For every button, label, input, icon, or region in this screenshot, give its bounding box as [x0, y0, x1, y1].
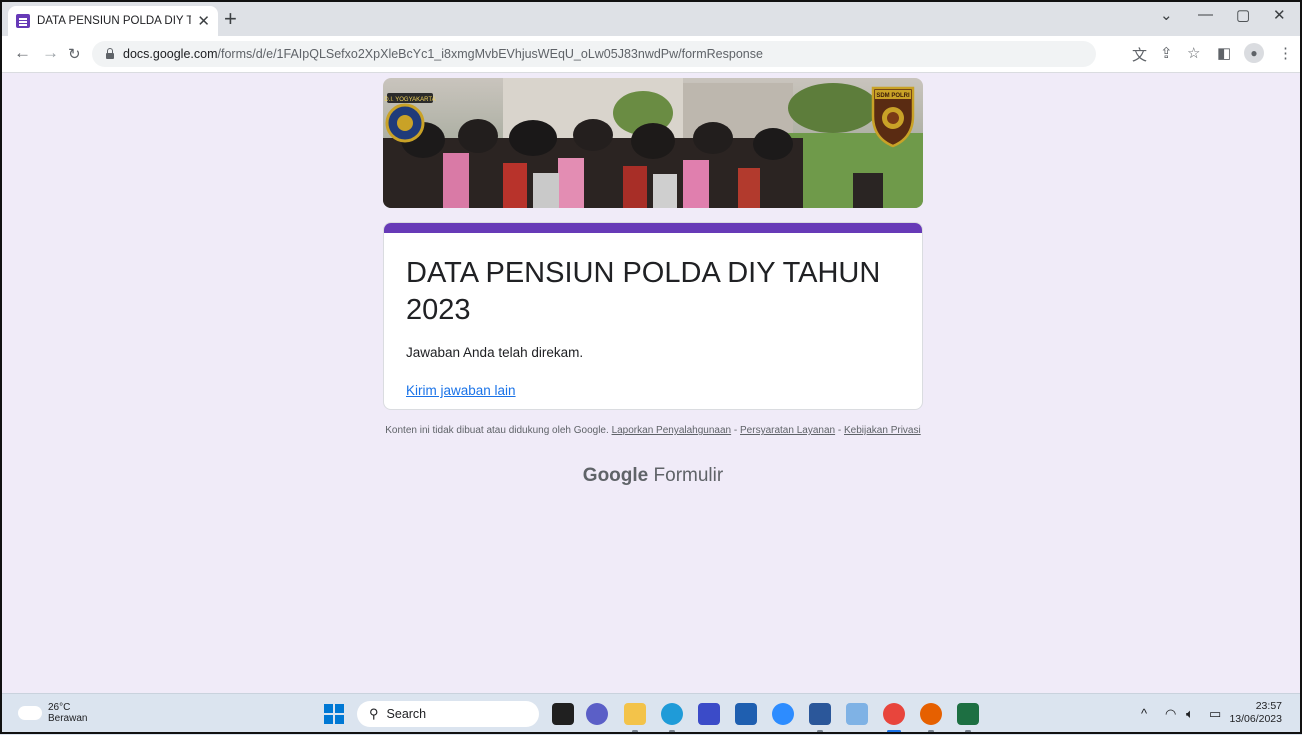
app-icon[interactable] [698, 703, 720, 725]
forward-arrow-icon[interactable]: → [42, 43, 59, 63]
maximize-button[interactable]: ▢ [1236, 6, 1250, 24]
lock-icon[interactable] [106, 47, 114, 59]
firefox-icon[interactable] [920, 703, 942, 725]
forms-wordmark: Formulir [653, 465, 724, 486]
system-clock[interactable]: 23:57 13/06/2023 [1229, 700, 1282, 726]
bookmark-star-icon[interactable]: ☆ [1187, 44, 1200, 62]
volume-icon[interactable]: 🔈︎ [1186, 706, 1194, 722]
share-icon[interactable]: ⇪ [1160, 44, 1173, 62]
response-recorded-message: Jawaban Anda telah direkam. [406, 345, 584, 360]
battery-icon[interactable]: ▭ [1209, 706, 1221, 722]
form-header-banner-image: D.I. YOGYAKARTA SDM POLRI [383, 78, 923, 208]
search-label: Search [386, 707, 427, 721]
privacy-policy-link[interactable]: Kebijakan Privasi [844, 425, 921, 436]
excel-icon[interactable] [957, 703, 979, 725]
browser-tabstrip: DATA PENSIUN POLDA DIY TAHU ✕ + ⌄ — ▢ ✕ [0, 0, 1302, 36]
tab-title: DATA PENSIUN POLDA DIY TAHU [37, 15, 192, 27]
side-panel-icon[interactable]: ◧ [1217, 44, 1231, 62]
weather-temperature: 26°C [48, 702, 71, 713]
tab-search-chevron-icon[interactable]: ⌄ [1160, 6, 1173, 24]
edge-browser-icon[interactable] [661, 703, 683, 725]
form-footer-disclaimer: Konten ini tidak dibuat atau didukung ol… [383, 425, 923, 437]
google-forms-favicon-icon [16, 14, 30, 28]
url-text: docs.google.com/forms/d/e/1FAIpQLSefxo2X… [123, 47, 763, 61]
tray-chevron-up-icon[interactable]: ^ [1141, 706, 1147, 721]
windows-taskbar: 26°C Berawan ⚲ Search ^ ◠ 🔈︎ ▭ 23:57 13/… [0, 693, 1302, 735]
reload-icon[interactable]: ↻ [68, 45, 81, 63]
clock-date: 13/06/2023 [1229, 713, 1282, 725]
new-tab-button[interactable]: + [224, 7, 237, 31]
translate-icon[interactable]: 文 [1132, 44, 1147, 65]
search-icon: ⚲ [369, 706, 379, 721]
zoom-icon[interactable] [772, 703, 794, 725]
url-path: /forms/d/e/1FAIpQLSefxo2XpXleBcYc1_i8xmg… [217, 47, 763, 61]
windows-start-icon[interactable] [324, 704, 344, 724]
minimize-button[interactable]: — [1198, 6, 1213, 23]
word-icon[interactable] [809, 703, 831, 725]
google-wordmark: Google [582, 465, 649, 486]
task-view-icon[interactable] [552, 703, 574, 725]
file-explorer-icon[interactable] [624, 703, 646, 725]
close-window-button[interactable]: ✕ [1273, 6, 1286, 24]
snipping-tool-icon[interactable] [846, 703, 868, 725]
submit-another-response-link[interactable]: Kirim jawaban lain [406, 383, 900, 398]
report-abuse-link[interactable]: Laporkan Penyalahgunaan [612, 425, 732, 436]
back-arrow-icon[interactable]: ← [14, 43, 31, 63]
profile-avatar-icon[interactable]: ● [1244, 43, 1264, 63]
form-accent-bar [384, 223, 922, 233]
weather-widget[interactable]: 26°C Berawan [16, 701, 88, 724]
footer-separator: - [837, 425, 842, 436]
form-title: DATA PENSIUN POLDA DIY TAHUN 2023 [406, 257, 881, 326]
wifi-icon[interactable]: ◠ [1165, 706, 1176, 722]
banner-right-badge-text: SDM POLRI [876, 93, 910, 99]
disclaimer-text: Konten ini tidak dibuat atau didukung ol… [385, 425, 609, 436]
form-page: D.I. YOGYAKARTA SDM POLRI DATA PENSIUN P… [0, 73, 1302, 693]
banner-photo: D.I. YOGYAKARTA SDM POLRI [383, 78, 923, 208]
teams-chat-icon[interactable] [586, 703, 608, 725]
footer-separator: - [733, 425, 738, 436]
url-host: docs.google.com [123, 47, 218, 61]
google-forms-logo[interactable]: Google Formulir [383, 465, 923, 487]
browser-toolbar: ← → ↻ docs.google.com/forms/d/e/1FAIpQLS… [0, 36, 1302, 73]
microsoft-store-icon[interactable] [735, 703, 757, 725]
partly-cloudy-icon [16, 701, 42, 720]
form-response-card: DATA PENSIUN POLDA DIY TAHUN 2023 Jawaba… [383, 222, 923, 410]
address-bar[interactable]: docs.google.com/forms/d/e/1FAIpQLSefxo2X… [92, 41, 1096, 67]
terms-of-service-link[interactable]: Persyaratan Layanan [740, 425, 835, 436]
banner-left-badge-text: D.I. YOGYAKARTA [384, 97, 435, 103]
tab-close-icon[interactable]: ✕ [197, 12, 210, 30]
taskbar-search-box[interactable]: ⚲ Search [357, 701, 539, 727]
chrome-icon[interactable] [883, 703, 905, 725]
menu-kebab-icon[interactable]: ⋮ [1278, 44, 1293, 62]
weather-condition: Berawan [48, 713, 88, 724]
clock-time: 23:57 [1255, 700, 1282, 712]
browser-tab[interactable]: DATA PENSIUN POLDA DIY TAHU ✕ [8, 6, 218, 36]
